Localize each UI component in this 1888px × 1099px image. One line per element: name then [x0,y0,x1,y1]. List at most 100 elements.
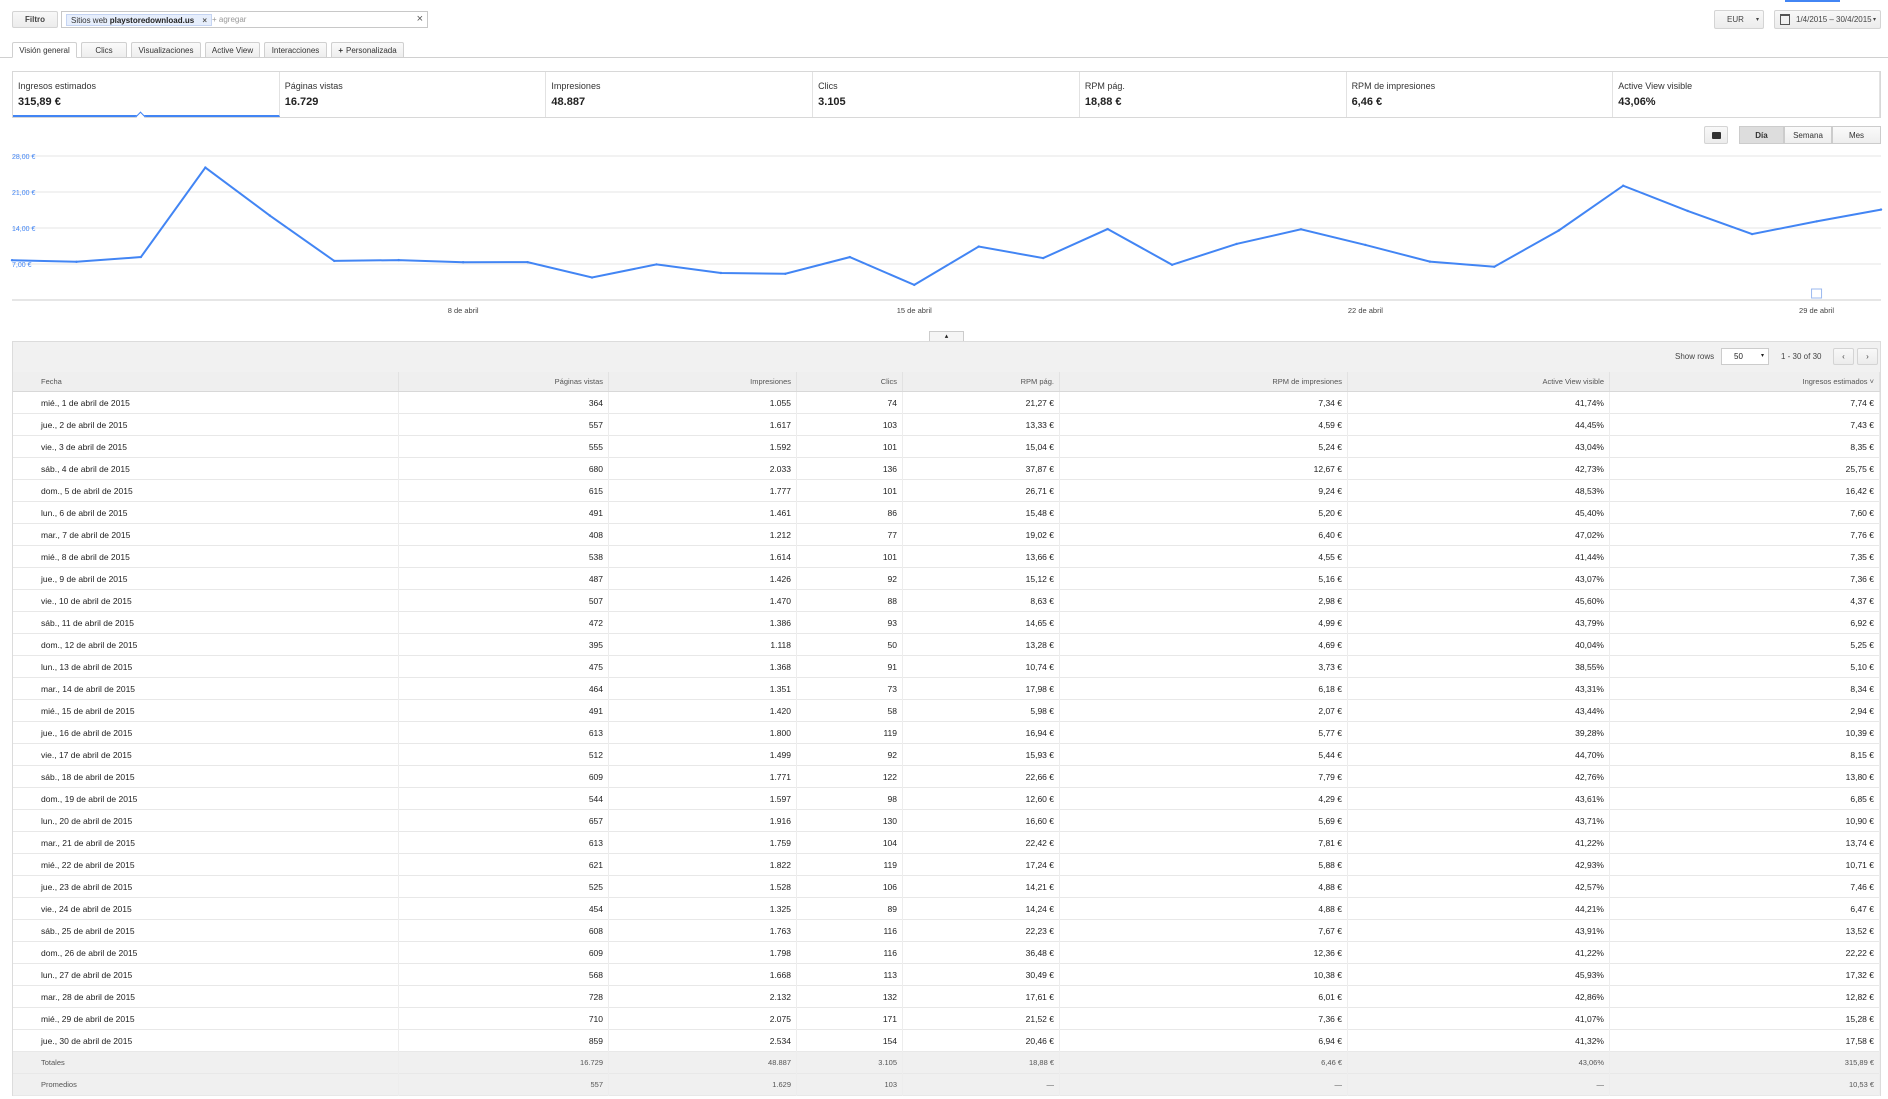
granularity-label: Mes [1848,130,1865,140]
metric-label: Impresiones [551,81,601,91]
metric-card[interactable]: Clics 3.105 [813,72,1080,117]
tab-visualizaciones[interactable]: Visualizaciones [131,42,201,58]
data-point[interactable] [1041,256,1045,260]
table-cell: mié., 15 de abril de 2015 [13,700,399,722]
table-cell: mar., 7 de abril de 2015 [13,524,399,546]
column-header[interactable]: Ingresos estimados ˅ [1610,372,1880,391]
table-cell: 680 [399,458,609,480]
data-point[interactable] [526,260,529,264]
remove-chip-icon[interactable]: × [202,16,207,25]
table-cell: sáb., 25 de abril de 2015 [13,920,399,942]
collapse-chart-button[interactable]: ▴ [929,331,964,341]
rows-per-page-select[interactable]: 50 ▾ [1721,348,1769,365]
granularity-day[interactable]: Día [1739,126,1784,144]
data-point[interactable] [1106,227,1109,231]
table-cell: Promedios [13,1074,399,1096]
data-point[interactable] [1815,220,1818,223]
column-header[interactable]: Impresiones [609,372,797,391]
data-point[interactable] [1235,242,1238,246]
metric-card[interactable]: Ingresos estimados 315,89 € [13,72,280,122]
metric-card[interactable]: RPM de impresiones 6,46 € [1347,72,1614,117]
next-page-button[interactable]: › [1857,348,1878,365]
prev-page-button[interactable]: ‹ [1833,348,1854,365]
tab-active-view[interactable]: Active View [205,42,260,58]
data-point[interactable] [1299,228,1303,231]
table-cell: 48.887 [609,1052,797,1074]
metric-card[interactable]: Impresiones 48.887 [546,72,814,117]
table-cell: 613 [399,832,609,854]
data-point[interactable] [1364,243,1367,247]
data-point[interactable] [590,276,594,279]
table-cell: 2.132 [609,986,797,1008]
data-point[interactable] [461,261,465,264]
metric-card[interactable]: RPM pág. 18,88 € [1080,72,1347,117]
table-cell: 7,34 € [1060,392,1348,414]
data-point[interactable] [1493,265,1496,268]
table-cell: 5,24 € [1060,436,1348,458]
tab-interacciones[interactable]: Interacciones [264,42,327,58]
data-point[interactable] [784,272,787,275]
add-filter-placeholder[interactable]: + agregar [212,15,246,24]
data-point[interactable] [655,263,658,266]
table-cell: 10,71 € [1610,854,1880,876]
table-cell: 44,45% [1348,414,1610,436]
currency-value: EUR [1727,15,1744,24]
metric-value: 315,89 € [18,96,61,108]
table-row: lun., 13 de abril de 2015 475 1.368 91 10,74… [13,656,1880,678]
table-row: jue., 23 de abril de 2015 525 1.528 106 14,2… [13,876,1880,898]
table-cell: 15,48 € [903,502,1060,524]
data-point[interactable] [268,214,271,217]
filter-input-box[interactable]: Sitios web playstoredownload.us × + agre… [61,11,428,28]
filter-chip[interactable]: Sitios web playstoredownload.us × [66,14,213,26]
tab-personalizada[interactable]: + Personalizada [331,42,404,58]
date-range-picker[interactable]: 1/4/2015 – 30/4/2015 ▾ [1774,10,1881,29]
column-header[interactable]: Clics [797,372,903,391]
metric-label: Active View visible [1618,81,1693,91]
clear-filter-icon[interactable]: × [417,13,423,26]
table-cell: 16,60 € [903,810,1060,832]
table-cell: 7,46 € [1610,876,1880,898]
table-cell: 17,24 € [903,854,1060,876]
currency-select[interactable]: EUR ▾ [1714,10,1764,29]
data-point[interactable] [913,283,916,287]
column-header[interactable]: Fecha [13,372,399,391]
data-point[interactable] [848,255,852,259]
granularity-week[interactable]: Semana [1784,126,1832,144]
table-cell: 13,28 € [903,634,1060,656]
table-cell: 472 [399,612,609,634]
data-point[interactable] [333,259,336,263]
annotation-marker-icon[interactable] [1811,288,1823,299]
table-cell: 13,52 € [1610,920,1880,942]
column-header[interactable]: Active View visible [1348,372,1610,391]
column-header[interactable]: RPM pág. [903,372,1060,391]
data-point[interactable] [10,258,14,262]
data-point[interactable] [75,260,78,263]
data-point[interactable] [1750,232,1754,236]
column-header[interactable]: RPM de impresiones [1060,372,1348,391]
data-point[interactable] [1879,208,1883,211]
column-header[interactable]: Páginas vistas [399,372,609,391]
data-point[interactable] [1428,260,1432,263]
table-cell: 621 [399,854,609,876]
table-cell: 22,22 € [1610,942,1880,964]
table-cell: 5,98 € [903,700,1060,722]
data-point[interactable] [1170,263,1174,266]
data-point[interactable] [397,258,400,262]
granularity-month[interactable]: Mes [1832,126,1881,144]
metric-card[interactable]: Active View visible 43,06% [1613,72,1880,117]
data-point[interactable] [1557,229,1560,232]
annotation-button[interactable] [1704,126,1728,144]
tab-vision-general[interactable]: Visión general [12,42,77,58]
data-point[interactable] [977,245,980,248]
data-point[interactable] [719,271,723,275]
data-point[interactable] [139,255,143,259]
table-cell: 12,82 € [1610,986,1880,1008]
tab-clics[interactable]: Clics [81,42,127,58]
filter-button[interactable]: Filtro [12,11,58,28]
data-point[interactable] [1686,209,1689,213]
table-cell: 7,43 € [1610,414,1880,436]
data-point[interactable] [204,166,207,169]
metric-card[interactable]: Páginas vistas 16.729 [280,72,547,117]
table-cell: 555 [399,436,609,458]
data-point[interactable] [1622,184,1625,187]
